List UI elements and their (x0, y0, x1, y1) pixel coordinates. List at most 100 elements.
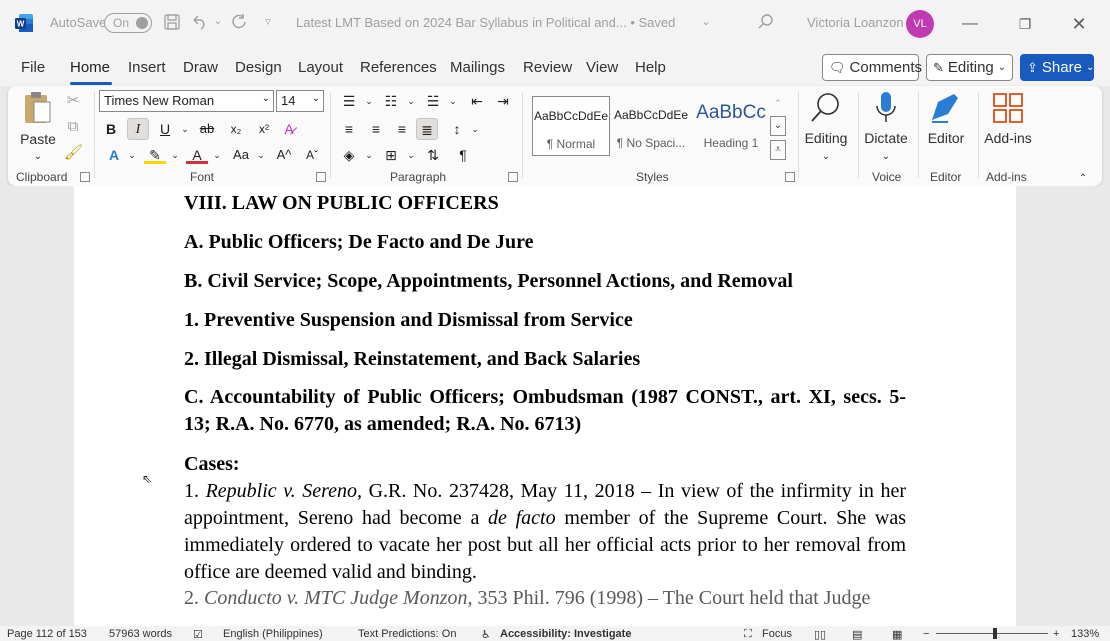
multilevel-chevron-icon[interactable]: ⌄ (442, 90, 464, 112)
accessibility-icon[interactable]: ♿ (481, 628, 491, 641)
multilevel-list-icon[interactable]: ☱ (422, 90, 444, 112)
editing-search-icon[interactable] (808, 90, 844, 126)
editor-label[interactable]: Editor (924, 130, 968, 146)
tab-file[interactable]: File (21, 59, 45, 76)
web-layout-icon[interactable]: ▦ (892, 628, 902, 641)
show-formatting-icon[interactable]: ¶ (452, 144, 474, 166)
undo-dropdown-icon[interactable]: ⌄ (208, 12, 228, 32)
align-left-icon[interactable]: ≡ (338, 118, 360, 140)
title-chevron-down-icon[interactable]: ⌄ (696, 12, 716, 32)
highlight-icon[interactable]: ✎ (144, 144, 166, 164)
avatar[interactable]: VL (906, 10, 934, 38)
zoom-slider-track[interactable] (936, 633, 1048, 634)
paragraph-launcher-icon[interactable] (508, 172, 518, 182)
page-count[interactable]: Page 112 of 153 (7, 628, 87, 640)
style-no-spacing[interactable]: AaBbCcDdEe ¶ No Spaci... (612, 96, 690, 156)
document-page[interactable]: VIII. LAW ON PUBLIC OFFICERS A. Public O… (74, 186, 1016, 626)
borders-icon[interactable]: ⊞ (380, 144, 402, 166)
clear-formatting-icon[interactable]: A̷ (278, 118, 300, 140)
justify-icon[interactable]: ≣ (416, 118, 438, 140)
undo-icon[interactable] (189, 12, 209, 32)
italic-icon[interactable]: I (127, 118, 149, 140)
restore-icon[interactable]: ❐ (1011, 10, 1039, 38)
subscript-icon[interactable]: x₂ (225, 118, 247, 140)
editing-mode-button[interactable]: ✎ Editing ⌄ (926, 54, 1013, 81)
editing-chevron-icon[interactable]: ⌄ (816, 148, 836, 166)
tab-layout[interactable]: Layout (298, 59, 343, 76)
tab-mailings[interactable]: Mailings (450, 59, 505, 76)
read-mode-icon[interactable]: ▯▯ (814, 628, 826, 641)
close-icon[interactable]: ✕ (1065, 10, 1093, 38)
comments-button[interactable]: 🗨 Comments (822, 54, 922, 81)
editing-label[interactable]: Editing (804, 130, 848, 146)
styles-scroll-down-icon[interactable]: ⌄ (770, 116, 786, 136)
format-painter-icon[interactable]: 🖌 (64, 144, 83, 162)
decrease-indent-icon[interactable]: ⇤ (466, 90, 488, 112)
accessibility-status[interactable]: Accessibility: Investigate (500, 628, 631, 640)
print-layout-icon[interactable]: ▤ (852, 628, 862, 641)
tab-help[interactable]: Help (635, 59, 666, 76)
text-effects-chevron-icon[interactable]: ⌄ (121, 144, 143, 166)
numbering-icon[interactable]: ☷ (380, 90, 402, 112)
bullets-icon[interactable]: ☰ (338, 90, 360, 112)
change-case-icon[interactable]: Aa (230, 144, 252, 166)
zoom-level[interactable]: 133% (1071, 628, 1099, 640)
increase-indent-icon[interactable]: ⇥ (492, 90, 514, 112)
proofing-icon[interactable]: ☑ (193, 628, 203, 641)
clipboard-launcher-icon[interactable] (80, 172, 90, 182)
strikethrough-icon[interactable]: ab (196, 118, 218, 140)
tab-view[interactable]: View (586, 59, 618, 76)
sort-icon[interactable]: ⇅ (422, 144, 444, 166)
font-size-box[interactable]: 14 ⌄ (276, 90, 324, 112)
dictate-chevron-icon[interactable]: ⌄ (876, 148, 896, 166)
paste-icon[interactable] (22, 90, 52, 126)
tab-review[interactable]: Review (523, 59, 572, 76)
tab-home[interactable]: Home (70, 59, 110, 76)
focus-label[interactable]: Focus (762, 628, 792, 640)
font-color-icon[interactable]: A (186, 144, 208, 164)
paste-label[interactable]: Paste (20, 130, 56, 148)
customize-toolbar-icon[interactable]: ▿ (258, 12, 278, 32)
styles-more-icon[interactable]: ⩡ (770, 140, 786, 160)
autosave-toggle[interactable]: On (104, 13, 152, 33)
zoom-in-icon[interactable]: + (1053, 628, 1059, 640)
superscript-icon[interactable]: x² (253, 118, 275, 140)
zoom-out-icon[interactable]: − (923, 628, 929, 640)
tab-insert[interactable]: Insert (128, 59, 166, 76)
change-case-chevron-icon[interactable]: ⌄ (250, 144, 272, 166)
styles-scroll-up-icon[interactable]: ⌃ (770, 94, 786, 112)
copy-icon[interactable]: ⧉ (64, 118, 82, 136)
font-launcher-icon[interactable] (316, 172, 326, 182)
styles-launcher-icon[interactable] (785, 172, 795, 182)
share-button[interactable]: ⇪ Share ⌄ (1020, 54, 1094, 81)
font-name-box[interactable]: Times New Roman ⌄ (99, 90, 274, 112)
align-center-icon[interactable]: ≡ (365, 118, 387, 140)
font-color-chevron-icon[interactable]: ⌄ (206, 144, 228, 166)
tab-draw[interactable]: Draw (183, 59, 218, 76)
style-normal[interactable]: AaBbCcDdEe ¶ Normal (532, 96, 610, 156)
user-name[interactable]: Victoria Loanzon (807, 15, 904, 30)
numbering-chevron-icon[interactable]: ⌄ (400, 90, 422, 112)
shrink-font-icon[interactable]: Aˇ (301, 144, 323, 166)
underline-icon[interactable]: U (154, 118, 176, 140)
zoom-slider-thumb[interactable] (993, 628, 997, 639)
shading-icon[interactable]: ◈ (338, 144, 360, 166)
focus-icon[interactable]: ⛶ (744, 628, 752, 641)
add-ins-icon[interactable] (992, 92, 1024, 124)
microphone-icon[interactable] (872, 90, 900, 126)
bold-icon[interactable]: B (100, 118, 122, 140)
language[interactable]: English (Philippines) (223, 628, 323, 640)
redo-icon[interactable] (229, 12, 249, 32)
editor-icon[interactable] (928, 90, 962, 126)
tab-references[interactable]: References (360, 59, 437, 76)
bullets-chevron-icon[interactable]: ⌄ (358, 90, 380, 112)
dictate-label[interactable]: Dictate (862, 130, 910, 146)
add-ins-label[interactable]: Add-ins (982, 130, 1034, 146)
paste-chevron-icon[interactable]: ⌄ (28, 148, 48, 166)
cut-icon[interactable]: ✂ (64, 92, 82, 110)
borders-chevron-icon[interactable]: ⌄ (400, 144, 422, 166)
word-count[interactable]: 57963 words (109, 628, 172, 640)
search-icon[interactable] (756, 12, 776, 32)
shading-chevron-icon[interactable]: ⌄ (358, 144, 380, 166)
align-right-icon[interactable]: ≡ (391, 118, 413, 140)
